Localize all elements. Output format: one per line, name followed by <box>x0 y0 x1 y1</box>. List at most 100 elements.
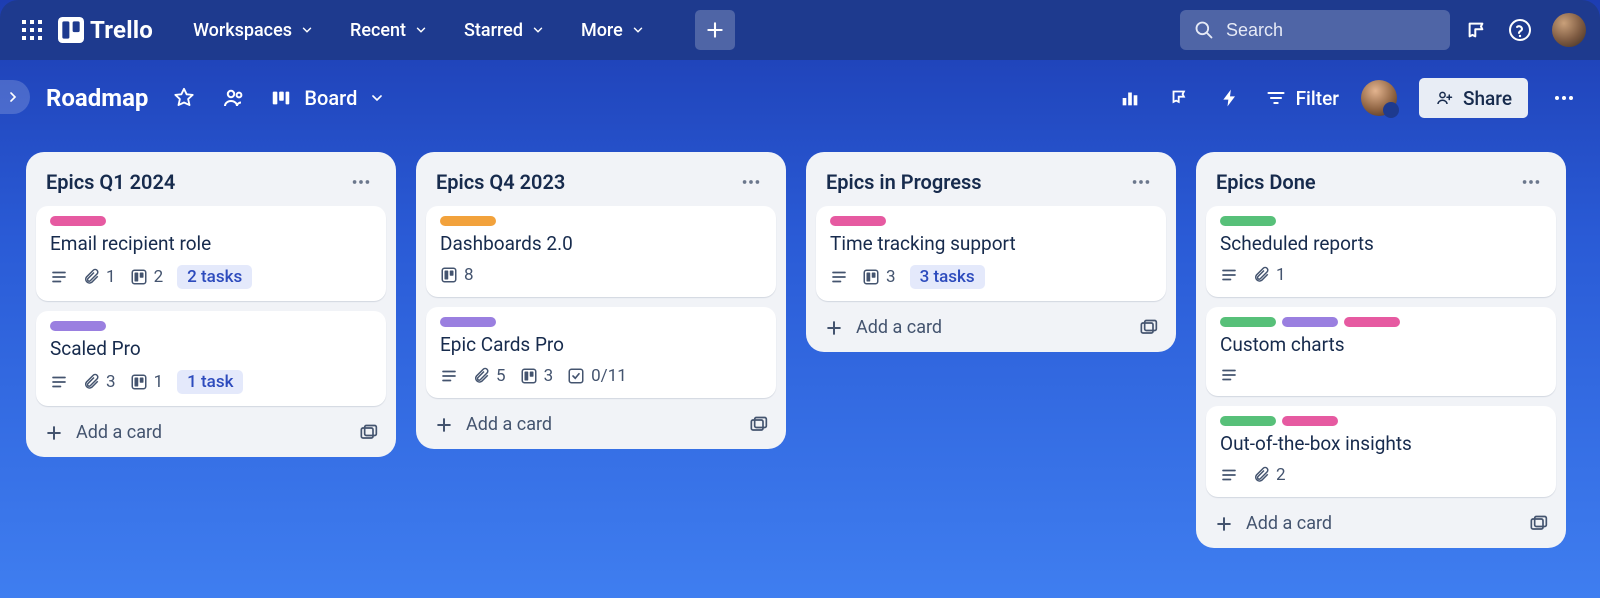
attachments-badge: 1 <box>1252 265 1286 285</box>
share-label: Share <box>1463 87 1512 110</box>
card[interactable]: Time tracking support 3 3 tasks <box>816 206 1166 301</box>
card-template-icon[interactable] <box>358 423 378 443</box>
label-pink[interactable] <box>1282 416 1338 426</box>
share-button[interactable]: Share <box>1419 78 1528 118</box>
card-template-icon[interactable] <box>1138 318 1158 338</box>
card-title: Email recipient role <box>50 232 372 255</box>
nav-more-label: More <box>581 20 623 41</box>
expand-sidebar-button[interactable] <box>0 80 30 114</box>
search-icon <box>1194 20 1214 40</box>
view-switcher[interactable]: Board <box>270 86 385 110</box>
tasks-badge: 3 tasks <box>910 265 985 289</box>
apps-switcher-icon[interactable] <box>14 12 50 48</box>
trello-badge: 3 <box>520 366 554 386</box>
filter-button[interactable]: Filter <box>1266 87 1339 110</box>
trello-badge: 1 <box>130 372 164 392</box>
card-title: Scaled Pro <box>50 337 372 360</box>
list-title[interactable]: Epics Q4 2023 <box>436 170 565 194</box>
nav-more[interactable]: More <box>567 12 659 48</box>
search-input[interactable] <box>1226 20 1458 41</box>
label-purple[interactable] <box>50 321 106 331</box>
label-pink[interactable] <box>50 216 106 226</box>
nav-recent[interactable]: Recent <box>336 12 442 48</box>
create-button[interactable] <box>695 10 735 50</box>
board-canvas[interactable]: Epics Q1 2024 Email recipient role 1 2 2… <box>0 136 1600 598</box>
list-title[interactable]: Epics Done <box>1216 170 1316 194</box>
list-title[interactable]: Epics Q1 2024 <box>46 170 175 194</box>
dashboard-icon[interactable] <box>1116 84 1144 112</box>
tasks-badge: 1 task <box>177 370 243 394</box>
add-card-label: Add a card <box>466 414 552 435</box>
automation-icon[interactable] <box>1216 84 1244 112</box>
card-title: Dashboards 2.0 <box>440 232 762 255</box>
help-icon[interactable] <box>1502 12 1538 48</box>
label-pink[interactable] <box>1344 317 1400 327</box>
filter-label: Filter <box>1296 87 1339 110</box>
workspace-visible-icon[interactable] <box>220 84 248 112</box>
list-epics-done: Epics Done Scheduled reports 1 Custom ch… <box>1196 152 1566 548</box>
card-template-icon[interactable] <box>748 415 768 435</box>
card[interactable]: Scheduled reports 1 <box>1206 206 1556 297</box>
nav-recent-label: Recent <box>350 20 406 41</box>
account-avatar[interactable] <box>1552 13 1586 47</box>
star-icon[interactable] <box>170 84 198 112</box>
description-icon <box>50 268 68 286</box>
label-green[interactable] <box>1220 317 1276 327</box>
trello-logo[interactable]: Trello <box>58 16 153 44</box>
attachments-badge: 1 <box>82 267 116 287</box>
label-green[interactable] <box>1220 216 1276 226</box>
attachments-badge: 5 <box>472 366 506 386</box>
card-title: Time tracking support <box>830 232 1152 255</box>
card[interactable]: Dashboards 2.0 8 <box>426 206 776 297</box>
list-menu-icon[interactable] <box>350 171 378 193</box>
card[interactable]: Custom charts <box>1206 307 1556 396</box>
share-icon <box>1435 89 1453 107</box>
attachments-badge: 2 <box>1252 465 1286 485</box>
card-template-icon[interactable] <box>1528 514 1548 534</box>
chevron-down-icon <box>300 23 314 37</box>
description-icon <box>440 367 458 385</box>
chevron-down-icon <box>531 23 545 37</box>
add-card-label: Add a card <box>1246 513 1332 534</box>
trello-badge: 2 <box>130 267 164 287</box>
board-menu-icon[interactable] <box>1550 84 1578 112</box>
description-icon <box>50 373 68 391</box>
tasks-badge: 2 tasks <box>177 265 252 289</box>
add-card-label: Add a card <box>76 422 162 443</box>
card[interactable]: Email recipient role 1 2 2 tasks <box>36 206 386 301</box>
label-orange[interactable] <box>440 216 496 226</box>
add-card-button[interactable]: Add a card <box>824 317 942 338</box>
list-title[interactable]: Epics in Progress <box>826 170 982 194</box>
nav-starred[interactable]: Starred <box>450 12 559 48</box>
board-title[interactable]: Roadmap <box>46 84 148 112</box>
board-member-avatar[interactable] <box>1361 80 1397 116</box>
top-nav: Trello Workspaces Recent Starred More <box>0 0 1600 60</box>
add-card-button[interactable]: Add a card <box>1214 513 1332 534</box>
list-menu-icon[interactable] <box>740 171 768 193</box>
add-card-button[interactable]: Add a card <box>434 414 552 435</box>
powerups-icon[interactable] <box>1166 84 1194 112</box>
label-green[interactable] <box>1220 416 1276 426</box>
card[interactable]: Scaled Pro 3 1 1 task <box>36 311 386 406</box>
description-icon <box>1220 466 1238 484</box>
description-icon <box>830 268 848 286</box>
card[interactable]: Epic Cards Pro 5 3 0/11 <box>426 307 776 398</box>
add-card-button[interactable]: Add a card <box>44 422 162 443</box>
label-purple[interactable] <box>1282 317 1338 327</box>
card-title: Out-of-the-box insights <box>1220 432 1542 455</box>
label-pink[interactable] <box>830 216 886 226</box>
nav-workspaces[interactable]: Workspaces <box>179 12 328 48</box>
list-menu-icon[interactable] <box>1130 171 1158 193</box>
trello-logo-text: Trello <box>90 16 153 44</box>
card-title: Custom charts <box>1220 333 1542 356</box>
label-purple[interactable] <box>440 317 496 327</box>
attachments-badge: 3 <box>82 372 116 392</box>
nav-workspaces-label: Workspaces <box>193 20 292 41</box>
notifications-icon[interactable] <box>1458 12 1494 48</box>
description-icon <box>1220 366 1238 384</box>
description-icon <box>1220 266 1238 284</box>
list-epics-q4-2023: Epics Q4 2023 Dashboards 2.0 8 Epic Card… <box>416 152 786 449</box>
search-box[interactable] <box>1180 10 1450 50</box>
list-menu-icon[interactable] <box>1520 171 1548 193</box>
card[interactable]: Out-of-the-box insights 2 <box>1206 406 1556 497</box>
